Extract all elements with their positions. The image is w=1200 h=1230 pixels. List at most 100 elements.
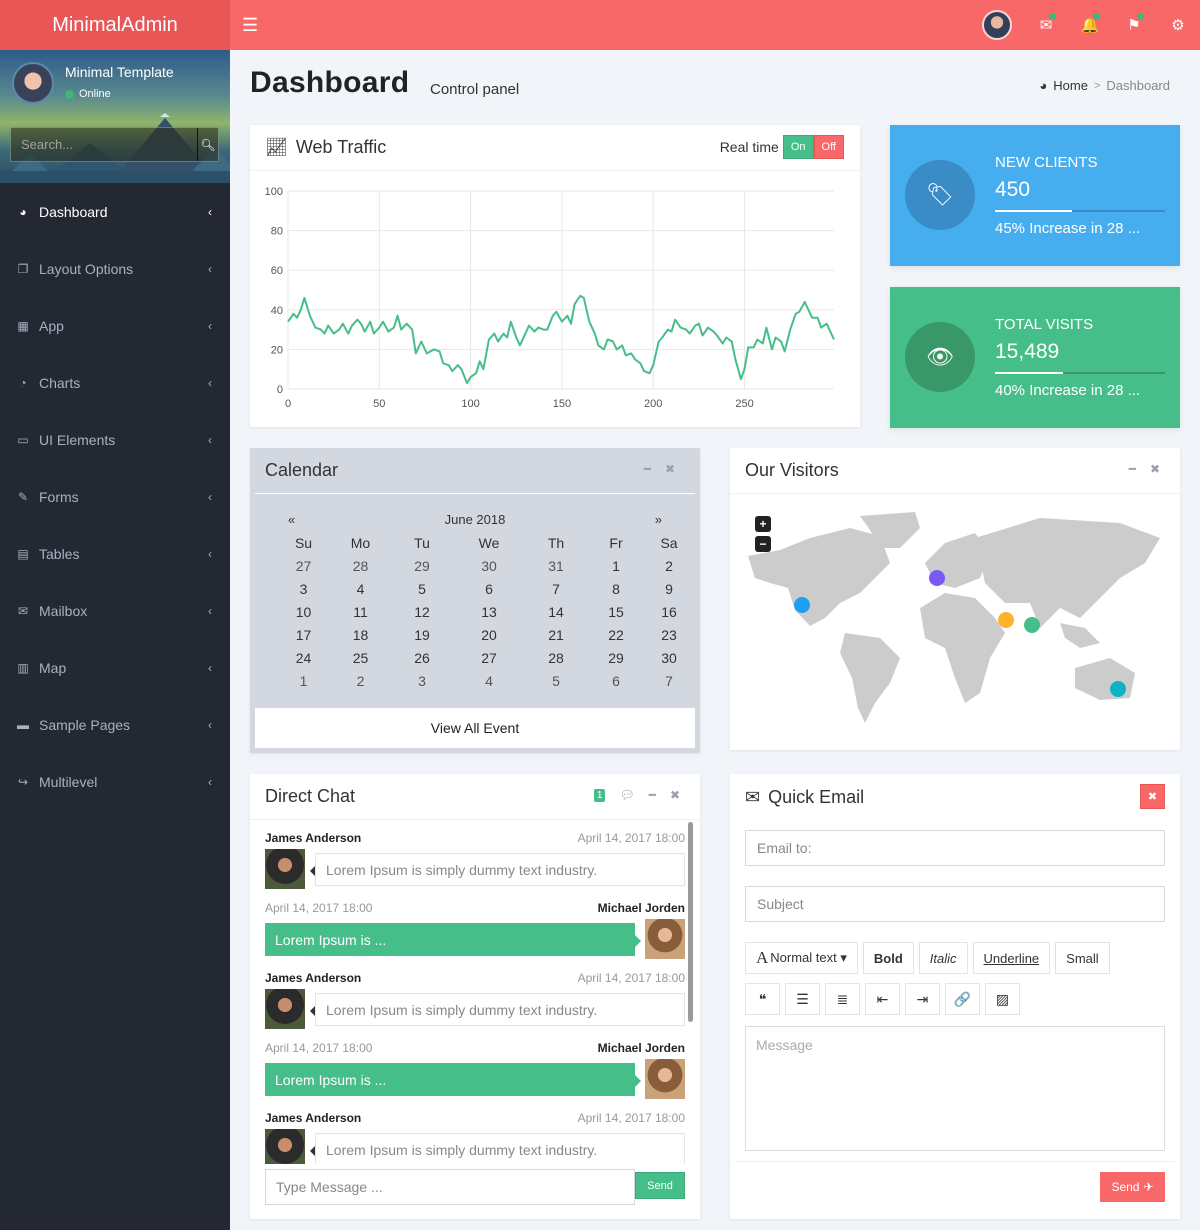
calendar-day[interactable]: 28 — [523, 648, 589, 668]
gear-icon[interactable]: ⚙ — [1168, 16, 1188, 34]
calendar-day[interactable]: 1 — [275, 671, 332, 691]
email-send-button[interactable]: Send ✈ — [1100, 1172, 1165, 1202]
calendar-day[interactable]: 4 — [332, 579, 389, 599]
user-avatar[interactable] — [982, 10, 1012, 40]
calendar-prev-button[interactable]: « — [288, 512, 295, 527]
breadcrumb-home[interactable]: Home — [1053, 78, 1088, 93]
calendar-day[interactable]: 29 — [389, 556, 455, 576]
calendar-day[interactable]: 30 — [643, 648, 695, 668]
map-zoom-out-button[interactable]: − — [755, 536, 771, 552]
calendar-day[interactable]: 24 — [275, 648, 332, 668]
app-logo[interactable]: MinimalAdmin — [0, 0, 230, 50]
sender-avatar[interactable] — [645, 1059, 685, 1099]
sender-avatar[interactable] — [265, 1129, 305, 1164]
envelope-icon[interactable]: ✉ — [1036, 13, 1056, 34]
ordered-list-button[interactable]: ≣ — [825, 983, 860, 1015]
calendar-day[interactable]: 10 — [275, 602, 332, 622]
calendar-day[interactable]: 3 — [389, 671, 455, 691]
hamburger-icon[interactable]: ☰ — [242, 15, 258, 36]
calendar-day[interactable]: 2 — [643, 556, 695, 576]
minimize-icon[interactable]: ━ — [644, 462, 651, 476]
sidebar-item-sample-pages[interactable]: ▬ Sample Pages ‹ — [0, 696, 230, 753]
calendar-day[interactable]: 7 — [523, 579, 589, 599]
calendar-day[interactable]: 30 — [455, 556, 523, 576]
sidebar-item-forms[interactable]: ✎ Forms ‹ — [0, 468, 230, 525]
calendar-day[interactable]: 15 — [589, 602, 643, 622]
link-button[interactable]: 🔗 — [945, 983, 980, 1015]
minimize-icon[interactable]: ━ — [649, 788, 656, 802]
chat-scrollbar[interactable] — [688, 822, 693, 1022]
map-marker-australia[interactable] — [1110, 681, 1126, 697]
calendar-day[interactable]: 9 — [643, 579, 695, 599]
calendar-day[interactable]: 2 — [332, 671, 389, 691]
search-button[interactable]: 🔍︎ — [197, 128, 218, 161]
email-to-input[interactable] — [745, 830, 1165, 866]
map-marker-india[interactable] — [1024, 617, 1040, 633]
sidebar-search-input[interactable] — [11, 128, 197, 161]
email-subject-input[interactable] — [745, 886, 1165, 922]
calendar-day[interactable]: 12 — [389, 602, 455, 622]
flag-icon[interactable]: ⚑ — [1124, 13, 1144, 34]
calendar-day[interactable]: 19 — [389, 625, 455, 645]
sender-avatar[interactable] — [265, 989, 305, 1029]
realtime-on-button[interactable]: On — [782, 135, 814, 159]
sidebar-item-mailbox[interactable]: ✉ Mailbox ‹ — [0, 582, 230, 639]
sender-avatar[interactable] — [645, 919, 685, 959]
world-map[interactable] — [740, 508, 1170, 738]
calendar-day[interactable]: 21 — [523, 625, 589, 645]
calendar-day[interactable]: 1 — [589, 556, 643, 576]
calendar-day[interactable]: 28 — [332, 556, 389, 576]
sidebar-item-multilevel[interactable]: ↪ Multilevel ‹ — [0, 753, 230, 810]
email-close-button[interactable]: ✖ — [1140, 784, 1165, 809]
map-marker-united-kingdom[interactable] — [929, 570, 945, 586]
map-marker-middle-east[interactable] — [998, 612, 1014, 628]
calendar-day[interactable]: 25 — [332, 648, 389, 668]
calendar-day[interactable]: 11 — [332, 602, 389, 622]
map-marker-us-west-coast[interactable] — [794, 597, 810, 613]
chat-send-button[interactable]: Send — [635, 1172, 685, 1199]
calendar-day[interactable]: 29 — [589, 648, 643, 668]
comments-icon[interactable]: 💬︎ — [619, 788, 634, 802]
unordered-list-button[interactable]: ☰ — [785, 983, 820, 1015]
calendar-day[interactable]: 22 — [589, 625, 643, 645]
calendar-day[interactable]: 16 — [643, 602, 695, 622]
indent-button[interactable]: ⇥ — [905, 983, 940, 1015]
close-icon[interactable]: ✖ — [670, 788, 680, 802]
italic-button[interactable]: Italic — [918, 942, 968, 974]
calendar-day[interactable]: 14 — [523, 602, 589, 622]
chat-message-input[interactable] — [265, 1169, 635, 1205]
close-icon[interactable]: ✖ — [1150, 462, 1160, 476]
sender-avatar[interactable] — [265, 849, 305, 889]
calendar-day[interactable]: 5 — [523, 671, 589, 691]
calendar-day[interactable]: 27 — [275, 556, 332, 576]
calendar-day[interactable]: 26 — [389, 648, 455, 668]
minimize-icon[interactable]: ━ — [1129, 462, 1136, 476]
sidebar-item-ui-elements[interactable]: ▭ UI Elements ‹ — [0, 411, 230, 468]
calendar-day[interactable]: 18 — [332, 625, 389, 645]
bold-button[interactable]: Bold — [862, 942, 914, 974]
close-icon[interactable]: ✖ — [665, 462, 675, 476]
calendar-day[interactable]: 3 — [275, 579, 332, 599]
outdent-button[interactable]: ⇤ — [865, 983, 900, 1015]
calendar-day[interactable]: 8 — [589, 579, 643, 599]
calendar-next-button[interactable]: » — [655, 512, 662, 527]
sidebar-item-app[interactable]: ▦ App ‹ — [0, 297, 230, 354]
underline-button[interactable]: Underline — [972, 942, 1051, 974]
calendar-day[interactable]: 5 — [389, 579, 455, 599]
calendar-day[interactable]: 20 — [455, 625, 523, 645]
calendar-day[interactable]: 6 — [455, 579, 523, 599]
calendar-day[interactable]: 7 — [643, 671, 695, 691]
email-message-textarea[interactable] — [745, 1026, 1165, 1151]
calendar-day[interactable]: 4 — [455, 671, 523, 691]
sidebar-item-charts[interactable]: ◔ Charts ‹ — [0, 354, 230, 411]
sidebar-item-layout-options[interactable]: ❐ Layout Options ‹ — [0, 240, 230, 297]
bell-icon[interactable]: 🔔 — [1080, 13, 1100, 34]
font-style-dropdown[interactable]: A Normal text ▾ — [745, 942, 858, 974]
quote-button[interactable]: ❝ — [745, 983, 780, 1015]
sidebar-item-dashboard[interactable]: ◕ Dashboard ‹ — [0, 183, 230, 240]
sidebar-item-map[interactable]: ▥ Map ‹ — [0, 639, 230, 696]
calendar-day[interactable]: 13 — [455, 602, 523, 622]
calendar-day[interactable]: 17 — [275, 625, 332, 645]
calendar-day[interactable]: 27 — [455, 648, 523, 668]
map-zoom-in-button[interactable]: + — [755, 516, 771, 532]
